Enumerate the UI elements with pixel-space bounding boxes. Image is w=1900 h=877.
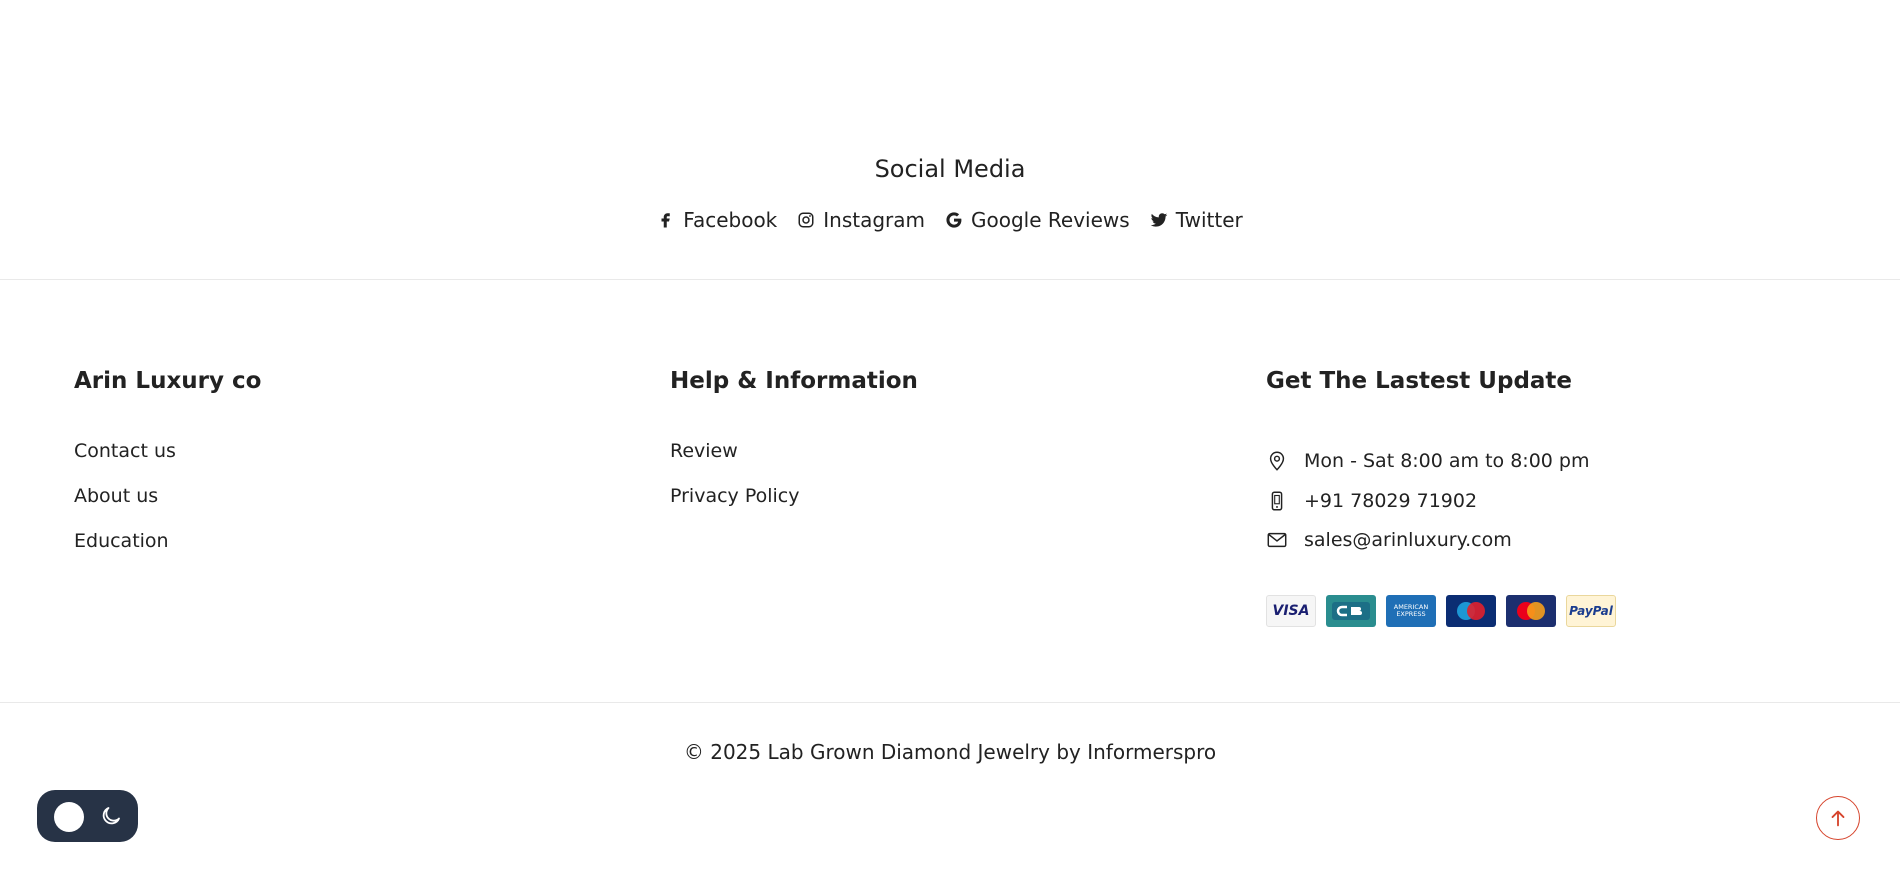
hours-row: Mon - Sat 8:00 am to 8:00 pm [1266, 450, 1589, 472]
footer-updates-title: Get The Lastest Update [1266, 368, 1573, 394]
footer-column-company: Arin Luxury co Contact us About us Educa… [74, 368, 261, 575]
envelope-icon [1267, 532, 1287, 548]
maestro-icon [1446, 595, 1496, 627]
arrow-up-icon [1831, 810, 1845, 827]
footer-company-links: Contact us About us Education [74, 440, 261, 575]
facebook-label: Facebook [683, 208, 778, 232]
cb-icon [1326, 595, 1376, 627]
email-text[interactable]: sales@arinluxury.com [1304, 529, 1512, 551]
social-media-title: Social Media [874, 155, 1026, 183]
copyright-text: © 2025 Lab Grown Diamond Jewelry by Info… [683, 740, 1217, 764]
scroll-to-top-button[interactable] [1816, 796, 1860, 840]
google-icon [945, 211, 963, 229]
theme-toggle[interactable] [37, 790, 138, 842]
footer-company-title: Arin Luxury co [74, 368, 262, 394]
twitter-link[interactable]: Twitter [1150, 208, 1243, 232]
payment-methods: VISA AMERICAN EXPRESS PayPal [1266, 595, 1616, 627]
location-pin-icon [1269, 451, 1285, 471]
visa-icon: VISA [1266, 595, 1316, 627]
google-reviews-label: Google Reviews [971, 208, 1130, 232]
instagram-link[interactable]: Instagram [797, 208, 925, 232]
phone-row: +91 78029 71902 [1266, 490, 1477, 512]
instagram-label: Instagram [823, 208, 926, 232]
footer-link-contact-us[interactable]: Contact us [74, 440, 261, 485]
footer-column-updates: Get The Lastest Update Mon - Sat 8:00 am… [1266, 368, 1616, 627]
paypal-icon: PayPal [1566, 595, 1616, 627]
footer-help-links: Review Privacy Policy [670, 440, 918, 530]
facebook-icon [657, 211, 675, 229]
footer-link-about-us[interactable]: About us [74, 485, 261, 530]
amex-line-2: EXPRESS [1396, 610, 1426, 618]
toggle-knob [54, 802, 84, 832]
email-row: sales@arinluxury.com [1266, 529, 1512, 551]
footer-column-help: Help & Information Review Privacy Policy [670, 368, 918, 530]
facebook-link[interactable]: Facebook [657, 208, 777, 232]
twitter-icon [1150, 211, 1168, 229]
phone-text[interactable]: +91 78029 71902 [1304, 490, 1477, 512]
footer-link-education[interactable]: Education [74, 530, 261, 575]
footer-main: Arin Luxury co Contact us About us Educa… [0, 280, 1900, 703]
google-reviews-link[interactable]: Google Reviews [945, 208, 1130, 232]
footer-link-privacy-policy[interactable]: Privacy Policy [670, 485, 918, 530]
amex-icon: AMERICAN EXPRESS [1386, 595, 1436, 627]
hours-text: Mon - Sat 8:00 am to 8:00 pm [1304, 450, 1590, 472]
instagram-icon [797, 211, 815, 229]
twitter-label: Twitter [1175, 208, 1243, 232]
footer-help-title: Help & Information [670, 368, 918, 394]
social-media-section: Social Media Facebook Instagram Google R… [0, 0, 1900, 280]
social-links: Facebook Instagram Google Reviews Twitte… [0, 208, 1900, 232]
mastercard-icon [1506, 595, 1556, 627]
moon-icon [102, 807, 120, 825]
mobile-phone-icon [1271, 491, 1283, 511]
footer-link-review[interactable]: Review [670, 440, 918, 485]
